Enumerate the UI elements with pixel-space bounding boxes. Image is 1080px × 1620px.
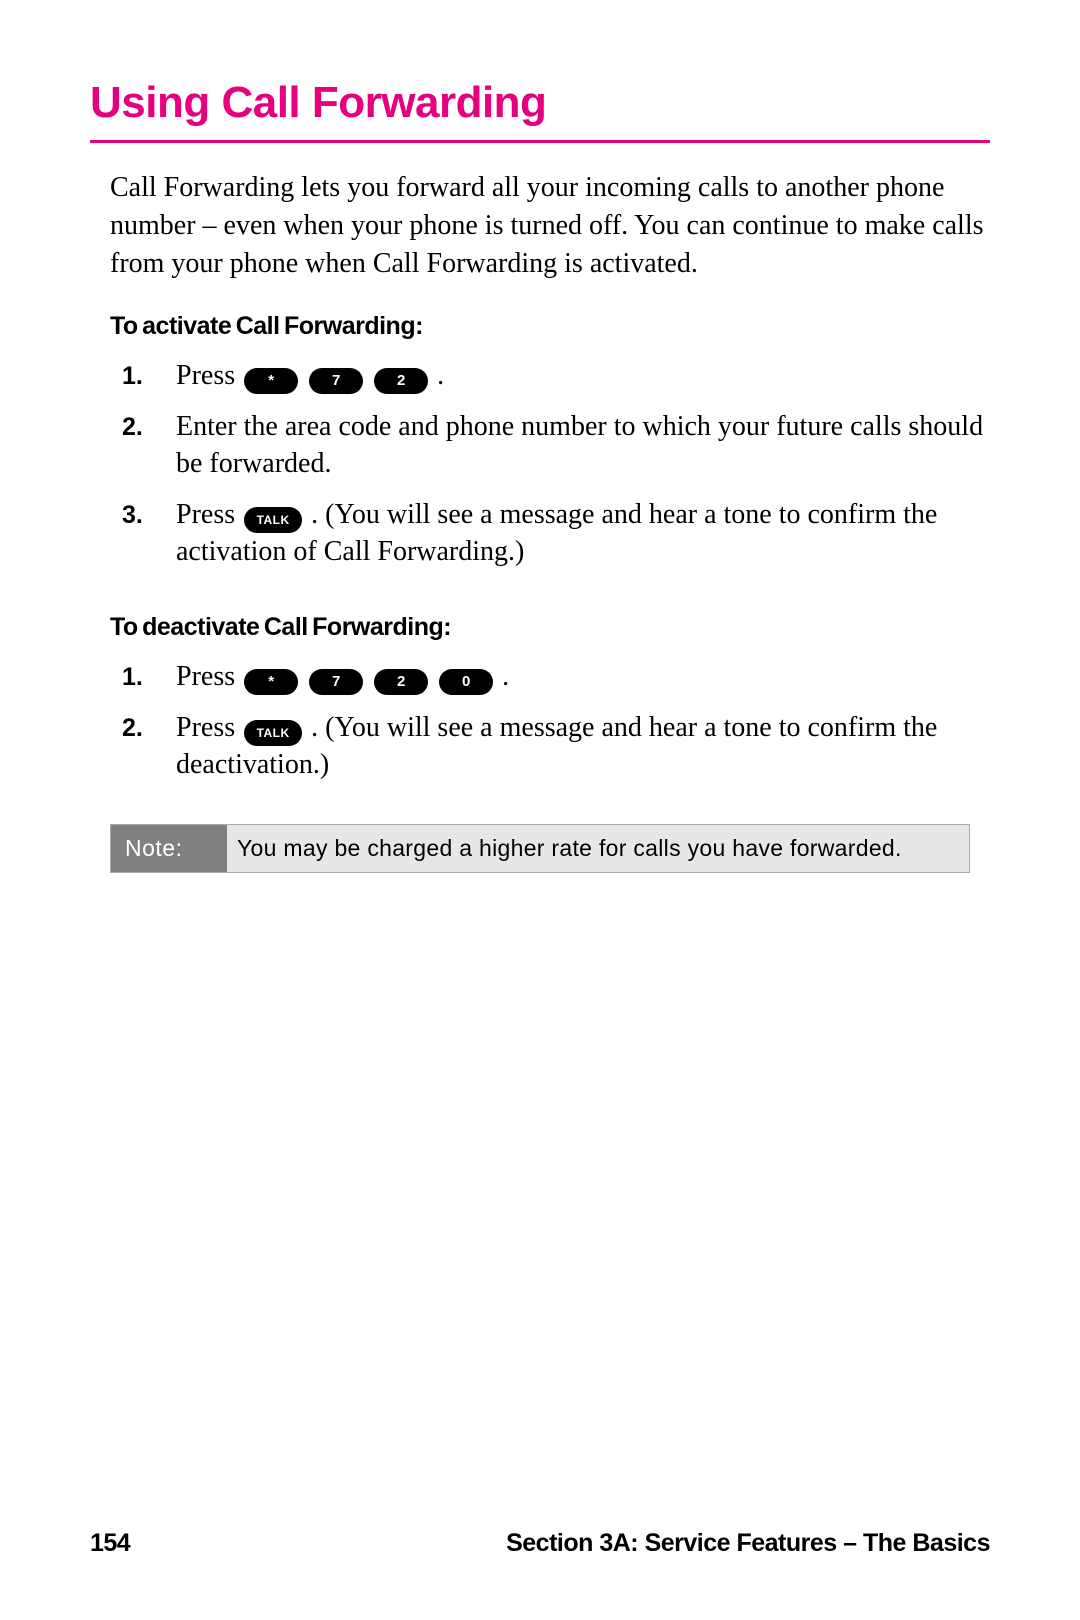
step-text: Press [176,499,242,530]
step-text: Press [176,712,242,743]
intro-paragraph: Call Forwarding lets you forward all you… [110,169,990,282]
list-item: 2. Press TALK . (You will see a message … [110,710,990,798]
page-title: Using Call Forwarding [90,78,990,143]
page-content: Call Forwarding lets you forward all you… [90,169,990,873]
note-box: Note: You may be charged a higher rate f… [110,824,970,873]
key-7-icon: 7 [309,368,363,394]
list-item: 2. Enter the area code and phone number … [110,409,990,497]
activate-steps: 1. Press * 7 2 . 2. Enter the area code … [110,358,990,585]
deactivate-heading: To deactivate Call Forwarding: [110,611,990,645]
list-item: 3. Press TALK . (You will see a message … [110,497,990,585]
key-2-icon: 2 [374,669,428,695]
step-number: 2. [122,409,143,447]
key-7-icon: 7 [309,669,363,695]
page-footer: 154 Section 3A: Service Features – The B… [90,1529,990,1558]
note-text: You may be charged a higher rate for cal… [227,825,969,872]
key-talk-icon: TALK [244,720,302,746]
section-label: Section 3A: Service Features – The Basic… [506,1529,990,1558]
step-number: 1. [122,659,143,697]
step-text: Press [176,360,242,391]
note-label: Note: [111,825,227,872]
list-item: 1. Press * 7 2 . [110,358,990,409]
key-talk-icon: TALK [244,507,302,533]
manual-page: Using Call Forwarding Call Forwarding le… [0,0,1080,1620]
step-number: 2. [122,710,143,748]
key-star-icon: * [244,368,298,394]
step-text: . [437,360,444,391]
key-star-icon: * [244,669,298,695]
step-text: Enter the area code and phone number to … [176,411,983,479]
page-number: 154 [90,1529,130,1558]
step-number: 1. [122,358,143,396]
list-item: 1. Press * 7 2 0 . [110,659,990,710]
activate-heading: To activate Call Forwarding: [110,310,990,344]
step-text: Press [176,661,242,692]
step-text: . [502,661,509,692]
key-2-icon: 2 [374,368,428,394]
key-0-icon: 0 [439,669,493,695]
deactivate-steps: 1. Press * 7 2 0 . 2. Press TALK . (You … [110,659,990,798]
step-number: 3. [122,497,143,535]
